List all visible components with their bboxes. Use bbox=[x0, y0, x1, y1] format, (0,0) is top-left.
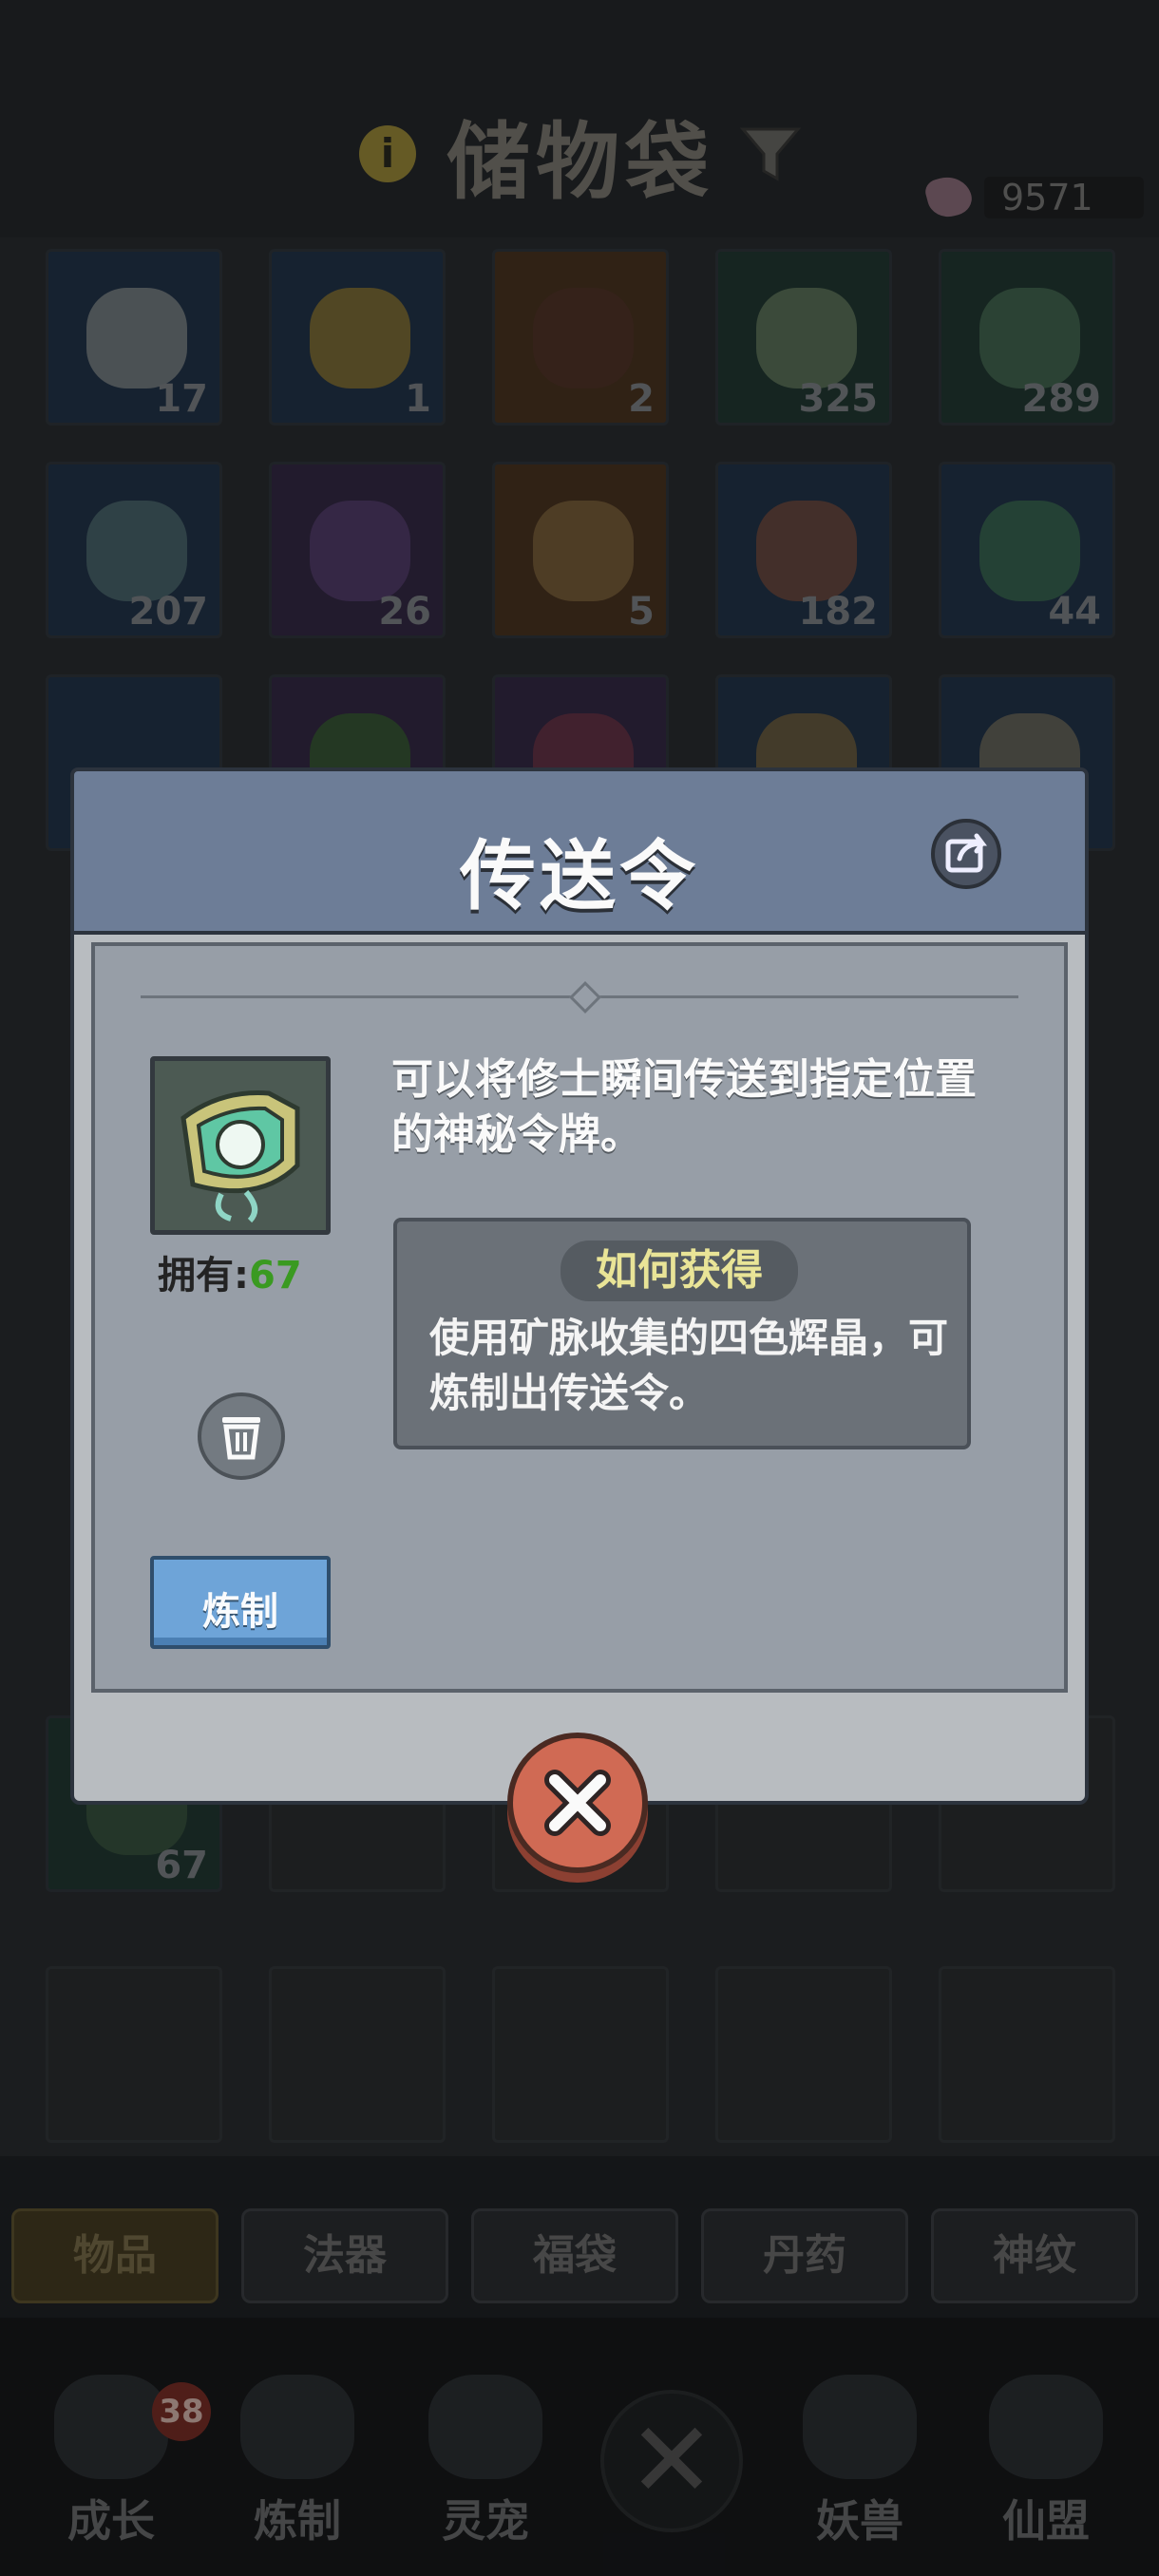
item-thumbnail bbox=[150, 1056, 331, 1235]
close-icon bbox=[544, 1770, 611, 1836]
how-to-obtain-text: 使用矿脉收集的四色辉晶，可炼制出传送令。 bbox=[429, 1315, 949, 1416]
discard-button[interactable] bbox=[198, 1392, 285, 1480]
item-description: 可以将修士瞬间传送到指定位置的神秘令牌。 bbox=[391, 1055, 977, 1159]
owned-count: 拥有:67 bbox=[158, 1244, 302, 1299]
refine-button[interactable]: 炼制 bbox=[150, 1556, 331, 1649]
owned-label: 拥有: bbox=[158, 1254, 249, 1297]
refine-label: 炼制 bbox=[202, 1590, 278, 1634]
owned-value: 67 bbox=[249, 1254, 302, 1297]
share-icon bbox=[945, 833, 987, 873]
share-button[interactable] bbox=[931, 819, 1001, 889]
teleport-token-icon bbox=[180, 1090, 300, 1223]
dialog-title: 传送令 bbox=[460, 832, 699, 920]
how-to-obtain-title: 如何获得 bbox=[560, 1241, 798, 1301]
close-button[interactable] bbox=[507, 1733, 648, 1873]
trash-icon bbox=[222, 1417, 260, 1460]
